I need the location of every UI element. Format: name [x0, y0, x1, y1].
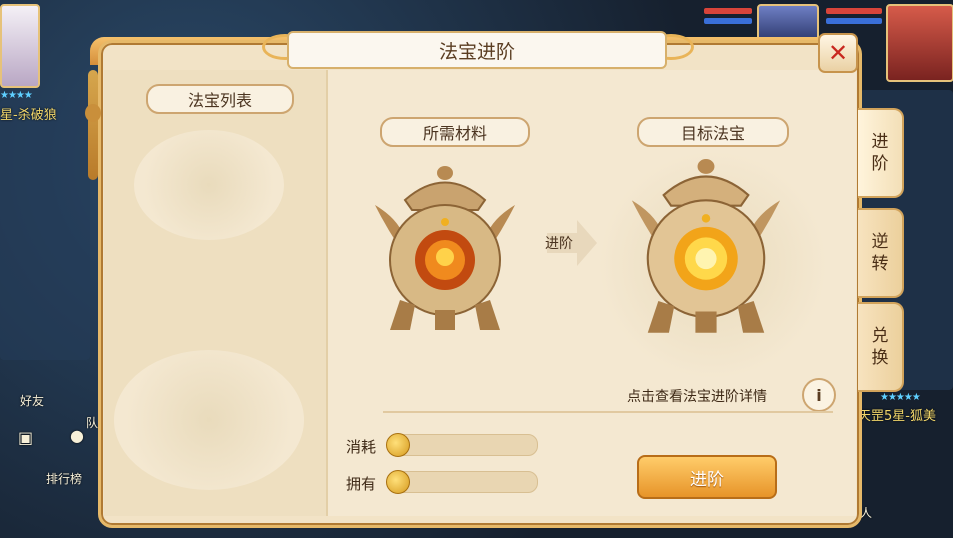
treasure-list-column — [104, 70, 328, 516]
player-character — [0, 4, 40, 88]
advance-details-link[interactable]: 点击查看法宝进阶详情 — [627, 386, 767, 406]
cost-label: 消耗 — [346, 438, 377, 456]
tab-label: 兑 — [871, 326, 889, 346]
tab-label: 阶 — [871, 154, 889, 174]
tab-label: 换 — [871, 348, 889, 368]
coin-icon — [386, 433, 410, 457]
tab-label: 转 — [871, 254, 889, 274]
tab-label: 进 — [871, 132, 889, 152]
rank-stars: ★★★★★ — [880, 392, 921, 403]
tassel-knot-decoration — [85, 104, 101, 122]
microphone-icon[interactable]: ● — [70, 426, 84, 445]
treasure-list-heading: 法宝列表 — [146, 84, 294, 114]
close-icon: ✕ — [827, 39, 849, 67]
tab-advance[interactable]: 进阶 — [858, 108, 904, 198]
mp-bar — [826, 18, 882, 24]
divider — [383, 411, 833, 413]
hp-bar — [826, 8, 882, 14]
ink-decoration — [134, 130, 284, 240]
rank-stars: ★★★★ — [0, 90, 33, 101]
tassel-decoration — [88, 70, 98, 180]
info-icon: i — [816, 385, 822, 405]
chat-icon[interactable]: ▣ — [18, 428, 33, 447]
tab-label: 逆 — [871, 232, 889, 252]
hp-bar — [704, 8, 752, 14]
cost-value-bar — [394, 434, 538, 456]
owned-value-bar — [394, 471, 538, 493]
materials-heading: 所需材料 — [380, 117, 530, 147]
team-label[interactable]: 队 — [86, 414, 98, 431]
friend-button[interactable]: 好友 — [20, 392, 44, 409]
source-treasure-icon[interactable] — [370, 165, 520, 335]
player-name-left: 星-杀破狼 — [0, 108, 57, 123]
owned-label: 拥有 — [346, 475, 377, 493]
player-name-right: 天罡5星-狐美 — [858, 409, 936, 424]
target-treasure-icon[interactable] — [626, 158, 786, 338]
ink-decoration — [114, 350, 304, 490]
background-building — [0, 100, 90, 360]
mp-bar — [704, 18, 752, 24]
ranking-button[interactable]: 排行榜 — [46, 470, 82, 487]
close-button[interactable]: ✕ — [818, 33, 858, 73]
arrow-label: 进阶 — [545, 236, 573, 252]
target-heading: 目标法宝 — [637, 117, 789, 147]
coin-icon — [386, 470, 410, 494]
pet-portrait[interactable] — [886, 4, 953, 82]
info-button[interactable]: i — [802, 378, 836, 412]
tab-reverse[interactable]: 逆转 — [858, 208, 904, 298]
tab-exchange[interactable]: 兑换 — [858, 302, 904, 392]
advance-button[interactable]: 进阶 — [637, 455, 777, 499]
window-title: 法宝进阶 — [287, 31, 667, 69]
